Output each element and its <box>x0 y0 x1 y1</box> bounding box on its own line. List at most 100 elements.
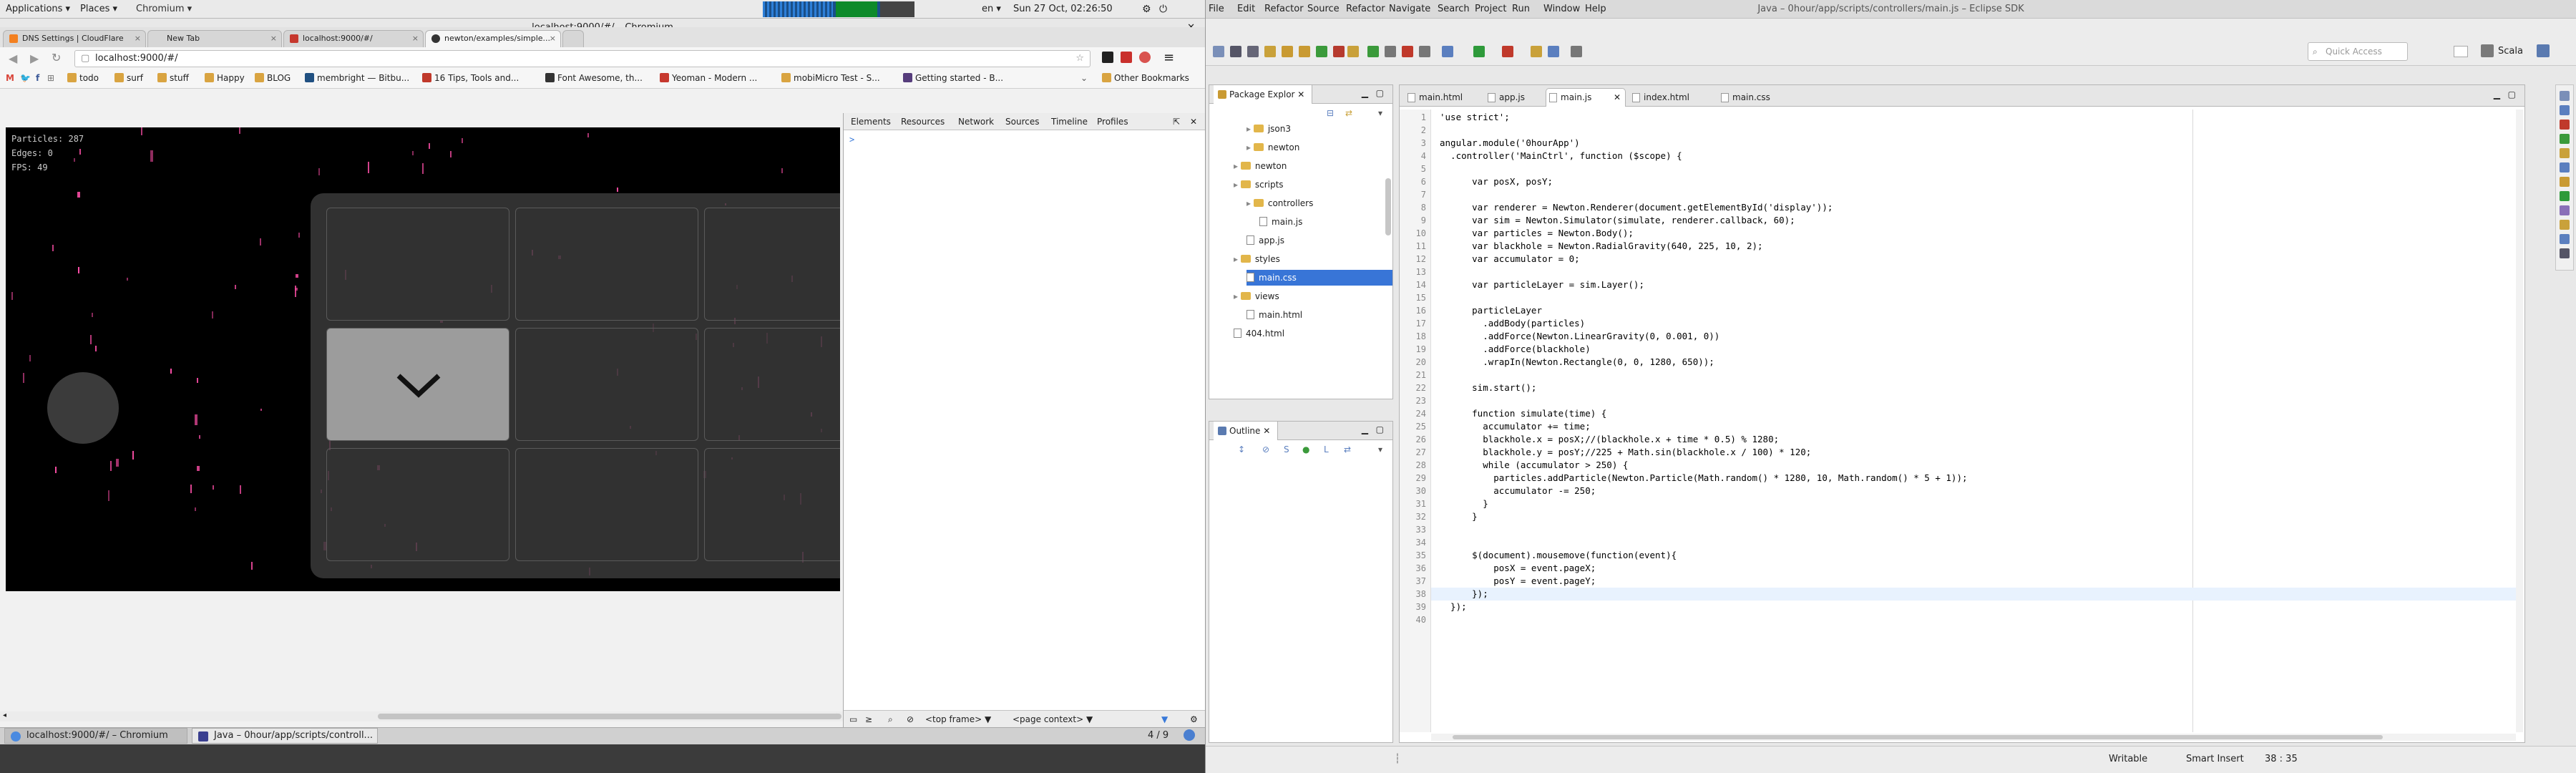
tree-item-404-html[interactable]: 404.html <box>1234 326 1392 341</box>
tree-item-scripts[interactable]: ▸ scripts <box>1234 177 1392 193</box>
trim-view-icon[interactable] <box>2560 91 2570 101</box>
tab-network[interactable]: Network <box>958 117 994 127</box>
new-class-icon[interactable] <box>1316 46 1327 57</box>
places-menu[interactable]: Places ▾ <box>80 4 117 14</box>
tree-item-main-js[interactable]: main.js <box>1259 214 1392 230</box>
maximize-icon[interactable]: ▢ <box>1376 424 1384 434</box>
java-perspective-icon[interactable] <box>2481 44 2494 57</box>
grid-cell-selected[interactable] <box>326 328 509 441</box>
menu-window[interactable]: Window <box>1543 4 1580 14</box>
grid-cell[interactable] <box>515 448 698 561</box>
expand-toggle-icon[interactable]: ▸ <box>1246 198 1254 208</box>
close-icon[interactable]: ✕ <box>1614 89 1621 106</box>
gear-icon[interactable]: ⚙ <box>1190 714 1198 724</box>
editor-tab-main-js[interactable]: main.js ✕ <box>1546 88 1626 107</box>
trim-view-icon[interactable] <box>2560 248 2570 258</box>
view-menu-icon[interactable]: ▾ <box>1378 108 1382 118</box>
editor-tab-index-html[interactable]: index.html <box>1629 88 1714 107</box>
bookmark-happy[interactable]: Happy <box>205 73 245 83</box>
menu-edit[interactable]: Edit <box>1237 4 1255 14</box>
outline-tab[interactable]: Outline ✕ <box>1214 422 1279 440</box>
expand-toggle-icon[interactable]: ▸ <box>1246 124 1254 134</box>
code-line[interactable]: }); <box>1440 588 1488 601</box>
frame-select[interactable]: <top frame> ▼ <box>925 714 991 724</box>
nav-back-icon[interactable] <box>1571 46 1582 57</box>
sort-icon[interactable]: ↕ <box>1238 444 1245 454</box>
close-tab-icon[interactable]: × <box>412 31 419 47</box>
tree-item-main-css[interactable]: main.css <box>1246 270 1392 286</box>
trim-view-icon[interactable] <box>2560 177 2570 187</box>
hide-fields-icon[interactable]: ⊘ <box>1262 444 1269 454</box>
virtual-joystick[interactable] <box>47 372 119 444</box>
code-line[interactable]: .controller('MainCtrl', function ($scope… <box>1440 150 1682 162</box>
trim-view-icon[interactable] <box>2560 105 2570 115</box>
system-monitor-applet[interactable] <box>763 1 914 17</box>
code-line[interactable]: sim.start(); <box>1440 381 1536 394</box>
other-bookmarks[interactable]: Other Bookmarks <box>1102 73 1189 83</box>
power-icon[interactable]: ⏻ <box>1159 4 1167 15</box>
close-tab-icon[interactable]: × <box>135 31 141 47</box>
clear-icon[interactable]: ⊘ <box>907 714 914 724</box>
grid-cell[interactable] <box>326 448 509 561</box>
reload-icon[interactable]: ↻ <box>52 51 61 64</box>
tree-item-json3[interactable]: ▸ json3 <box>1246 121 1392 137</box>
maximize-icon[interactable]: ▢ <box>1376 88 1384 98</box>
search-icon[interactable]: ⌕ <box>888 714 893 725</box>
menu-refactor[interactable]: Refactor <box>1264 4 1304 14</box>
code-line[interactable]: .addBody(particles) <box>1440 317 1585 330</box>
print-icon[interactable] <box>1247 46 1259 57</box>
trim-view-icon[interactable] <box>2560 120 2570 130</box>
menu-project[interactable]: Project <box>1475 4 1506 14</box>
tab-newton-examples[interactable]: newton/examples/simple... × <box>425 30 561 47</box>
trim-view-icon[interactable] <box>2560 162 2570 172</box>
twitter-bookmark-icon[interactable]: 🐦 <box>20 73 31 83</box>
menu-icon[interactable]: ≡ <box>1163 50 1174 65</box>
code-line[interactable]: } <box>1440 497 1488 510</box>
grid-cell[interactable] <box>326 208 509 321</box>
code-line[interactable]: angular.module('0hourApp') <box>1440 137 1580 150</box>
menu-run[interactable]: Run <box>1512 4 1530 14</box>
forward-icon[interactable]: ▶ <box>30 52 39 65</box>
tree-item-main-html[interactable]: main.html <box>1246 307 1392 323</box>
code-line[interactable]: posX = event.pageX; <box>1440 562 1596 575</box>
code-line[interactable]: posY = event.pageY; <box>1440 575 1596 588</box>
code-line[interactable]: var particleLayer = sim.Layer(); <box>1440 278 1644 291</box>
close-icon[interactable]: ✕ <box>1190 117 1197 127</box>
back-icon[interactable]: ◀ <box>9 52 17 65</box>
collapse-all-icon[interactable]: ⊟ <box>1327 108 1334 118</box>
scroll-left-icon[interactable]: ◂ <box>3 711 6 719</box>
scala-icon[interactable] <box>1333 46 1345 57</box>
filter-icon[interactable]: ▼ <box>1161 714 1168 724</box>
tree-item-controllers[interactable]: ▸ controllers <box>1246 195 1392 211</box>
chromium-app-menu[interactable]: Chromium ▾ <box>136 4 192 14</box>
tree-item-views[interactable]: ▸ views <box>1234 288 1392 304</box>
editor-vertical-scrollbar[interactable] <box>2516 110 2523 732</box>
disconnect-icon[interactable] <box>1419 46 1430 57</box>
new-package-icon[interactable] <box>1299 46 1310 57</box>
debug-perspective-icon[interactable] <box>2537 44 2550 57</box>
extension-icon[interactable] <box>1102 52 1113 63</box>
tree-item-styles[interactable]: ▸ styles <box>1234 251 1392 267</box>
tree-item-newton[interactable]: ▸ newton <box>1246 140 1392 155</box>
scrollbar-thumb[interactable] <box>1453 735 2383 739</box>
bookmark-mobimicro[interactable]: mobiMicro Test - S... <box>781 73 880 83</box>
chevron-down-icon[interactable]: ⌄ <box>1080 73 1088 83</box>
console-prompt[interactable]: > <box>849 135 854 145</box>
bookmark-blog[interactable]: BLOG <box>255 73 291 83</box>
expand-toggle-icon[interactable]: ▸ <box>1234 254 1241 264</box>
code-line[interactable]: .addForce(blackhole) <box>1440 343 1591 356</box>
adblock-icon[interactable] <box>1139 52 1151 63</box>
new-icon[interactable] <box>1213 46 1224 57</box>
tree-item-app-js[interactable]: app.js <box>1246 233 1392 248</box>
grid-cell[interactable] <box>515 208 698 321</box>
trim-view-icon[interactable] <box>2560 191 2570 201</box>
code-line[interactable]: var particles = Newton.Body(); <box>1440 227 1634 240</box>
code-line[interactable]: var accumulator = 0; <box>1440 253 1580 266</box>
undock-icon[interactable]: ⇱ <box>1173 117 1180 127</box>
expand-toggle-icon[interactable]: ▸ <box>1234 161 1241 171</box>
trim-view-icon[interactable] <box>2560 148 2570 158</box>
tree-item-newton[interactable]: ▸ newton <box>1234 158 1392 174</box>
code-line[interactable]: particleLayer <box>1440 304 1542 317</box>
code-line[interactable]: blackhole.y = posY;//225 + Math.sin(blac… <box>1440 446 1811 459</box>
code-line[interactable]: function simulate(time) { <box>1440 407 1606 420</box>
